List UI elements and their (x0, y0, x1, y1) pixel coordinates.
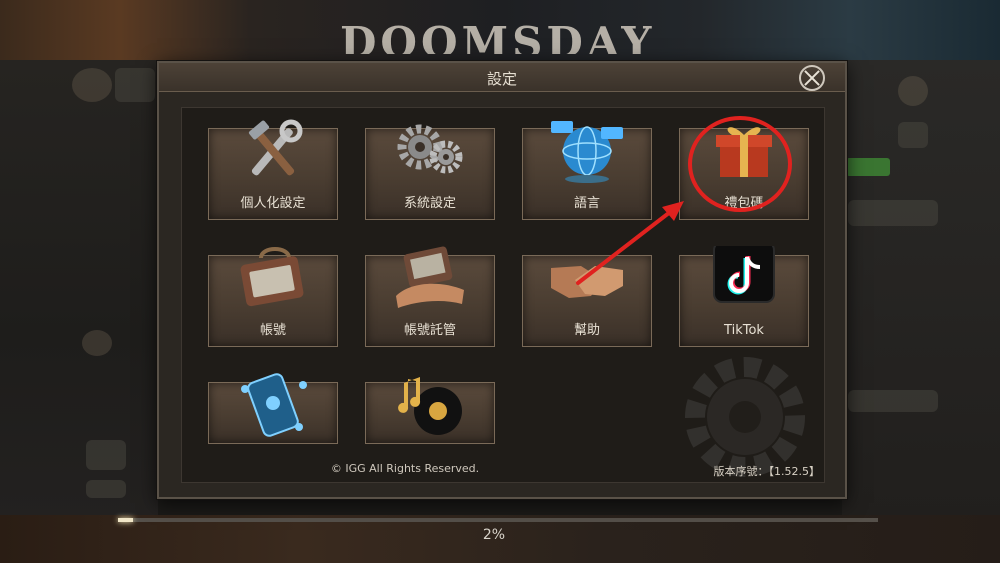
tile-account[interactable]: 帳號 (208, 247, 338, 347)
id-badge-icon (240, 247, 304, 307)
loading-progress-fill (118, 518, 134, 522)
record-music-icon (398, 377, 462, 435)
game-logo: DOOMSDAY (340, 22, 656, 54)
tile-personalize-settings[interactable]: 個人化設定 (208, 119, 338, 220)
tile-account-custody[interactable]: 帳號託管 (365, 246, 495, 347)
hand-badge-icon (396, 246, 464, 308)
close-button[interactable] (799, 65, 825, 91)
loading-progress-text: 2% (482, 527, 506, 543)
tile-label: 幫助 (573, 323, 600, 338)
tile-label: 帳號 (259, 323, 286, 338)
gears-icon (397, 124, 463, 174)
tile-label: 系統設定 (403, 196, 456, 211)
tools-icon (248, 119, 303, 176)
globe-icon (551, 121, 623, 183)
copyright-text: © IGG All Rights Reserved. (330, 462, 480, 475)
tile-label: TikTok (724, 323, 764, 338)
tile-label: 個人化設定 (240, 196, 306, 211)
tiktok-icon (713, 246, 775, 303)
dialog-header: 設定 (159, 63, 845, 92)
phone-network-icon (241, 373, 307, 437)
game-background-right (842, 60, 1000, 520)
dialog-title: 設定 (486, 70, 517, 88)
tile-tiktok[interactable]: TikTok (679, 246, 809, 347)
tile-music[interactable] (365, 377, 495, 444)
annotation-circle (688, 116, 792, 212)
loading-progress-bar (118, 518, 878, 522)
version-text: 版本序號：【1.52.5】 (713, 465, 821, 478)
annotation-arrow-icon (576, 201, 684, 285)
tile-label: 帳號託管 (403, 323, 456, 338)
status-bar-green (846, 158, 890, 176)
tile-system-settings[interactable]: 系統設定 (365, 124, 495, 220)
game-background-left (0, 60, 158, 520)
tile-phone-network[interactable] (208, 373, 338, 444)
